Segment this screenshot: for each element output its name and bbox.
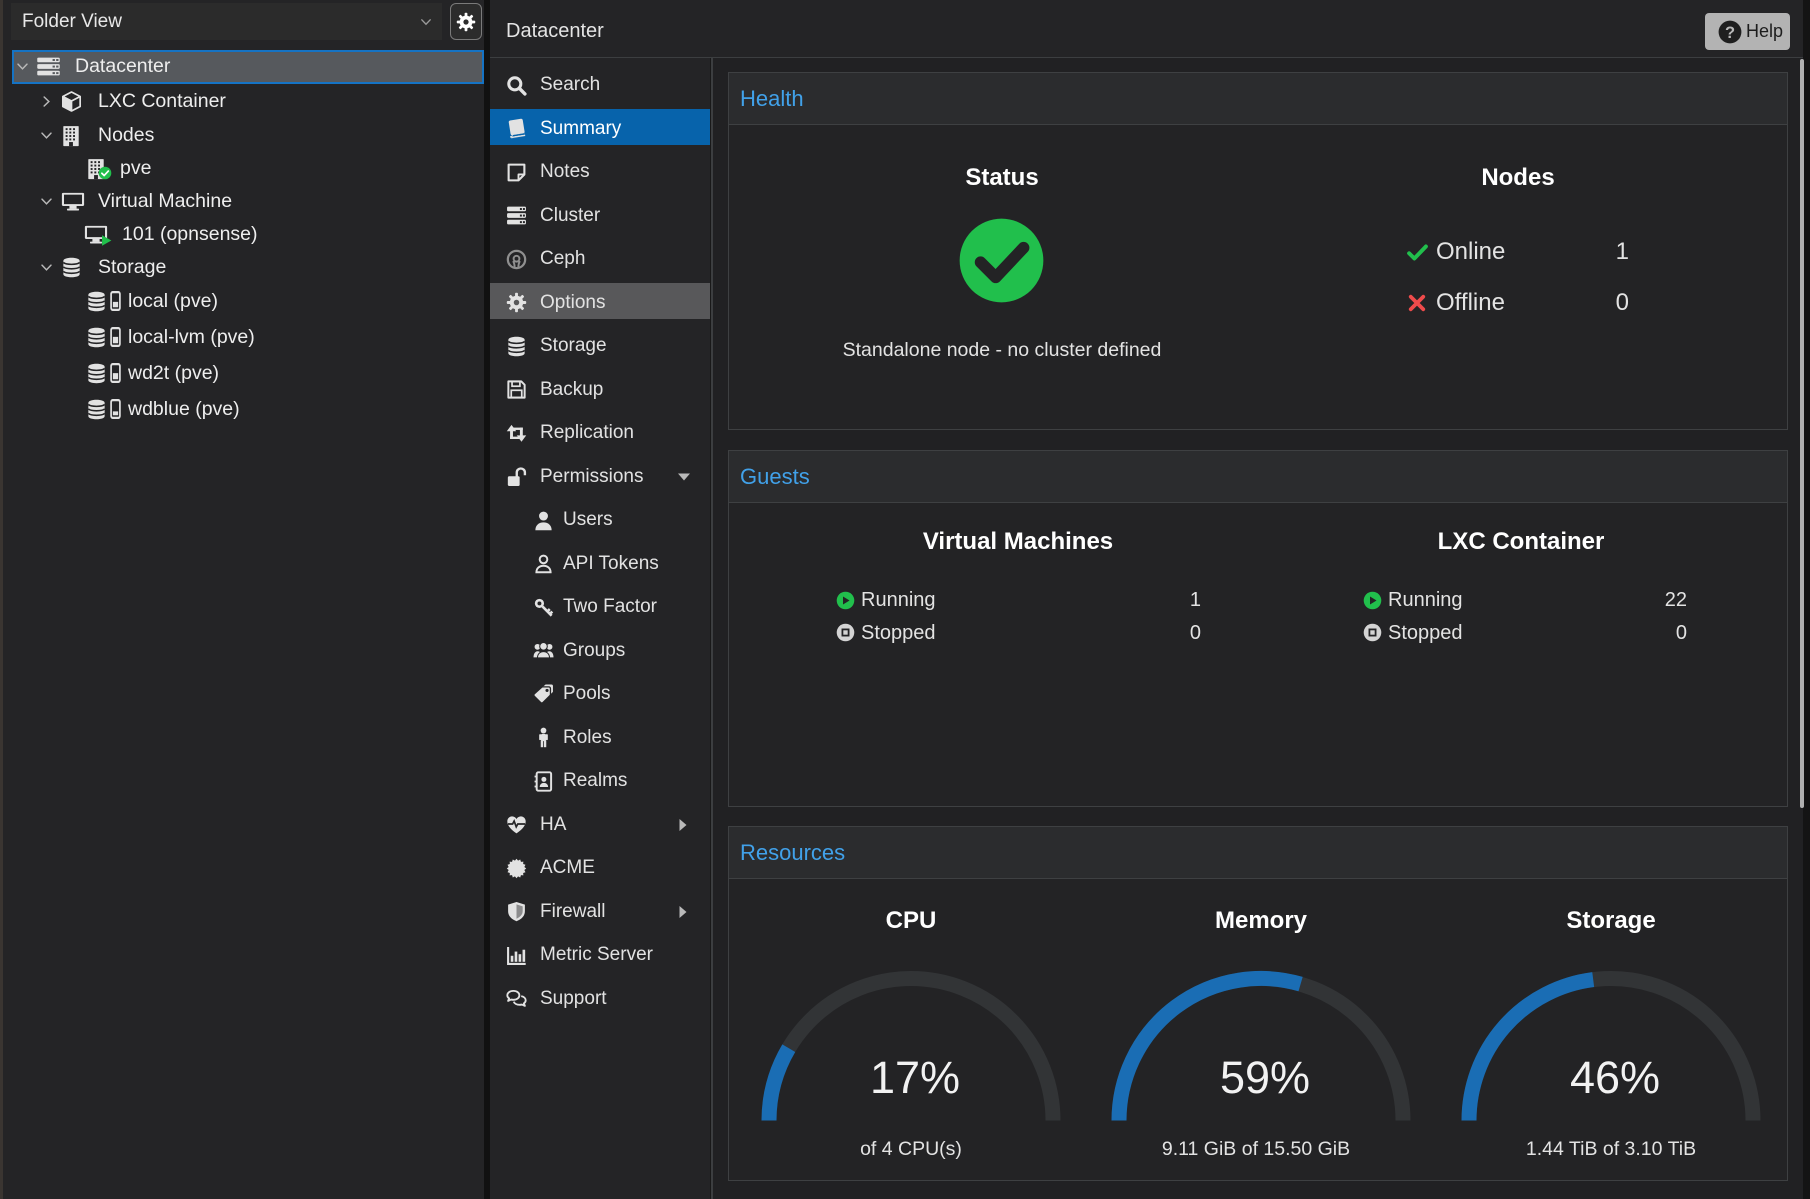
svg-text:?: ? (1725, 24, 1735, 42)
